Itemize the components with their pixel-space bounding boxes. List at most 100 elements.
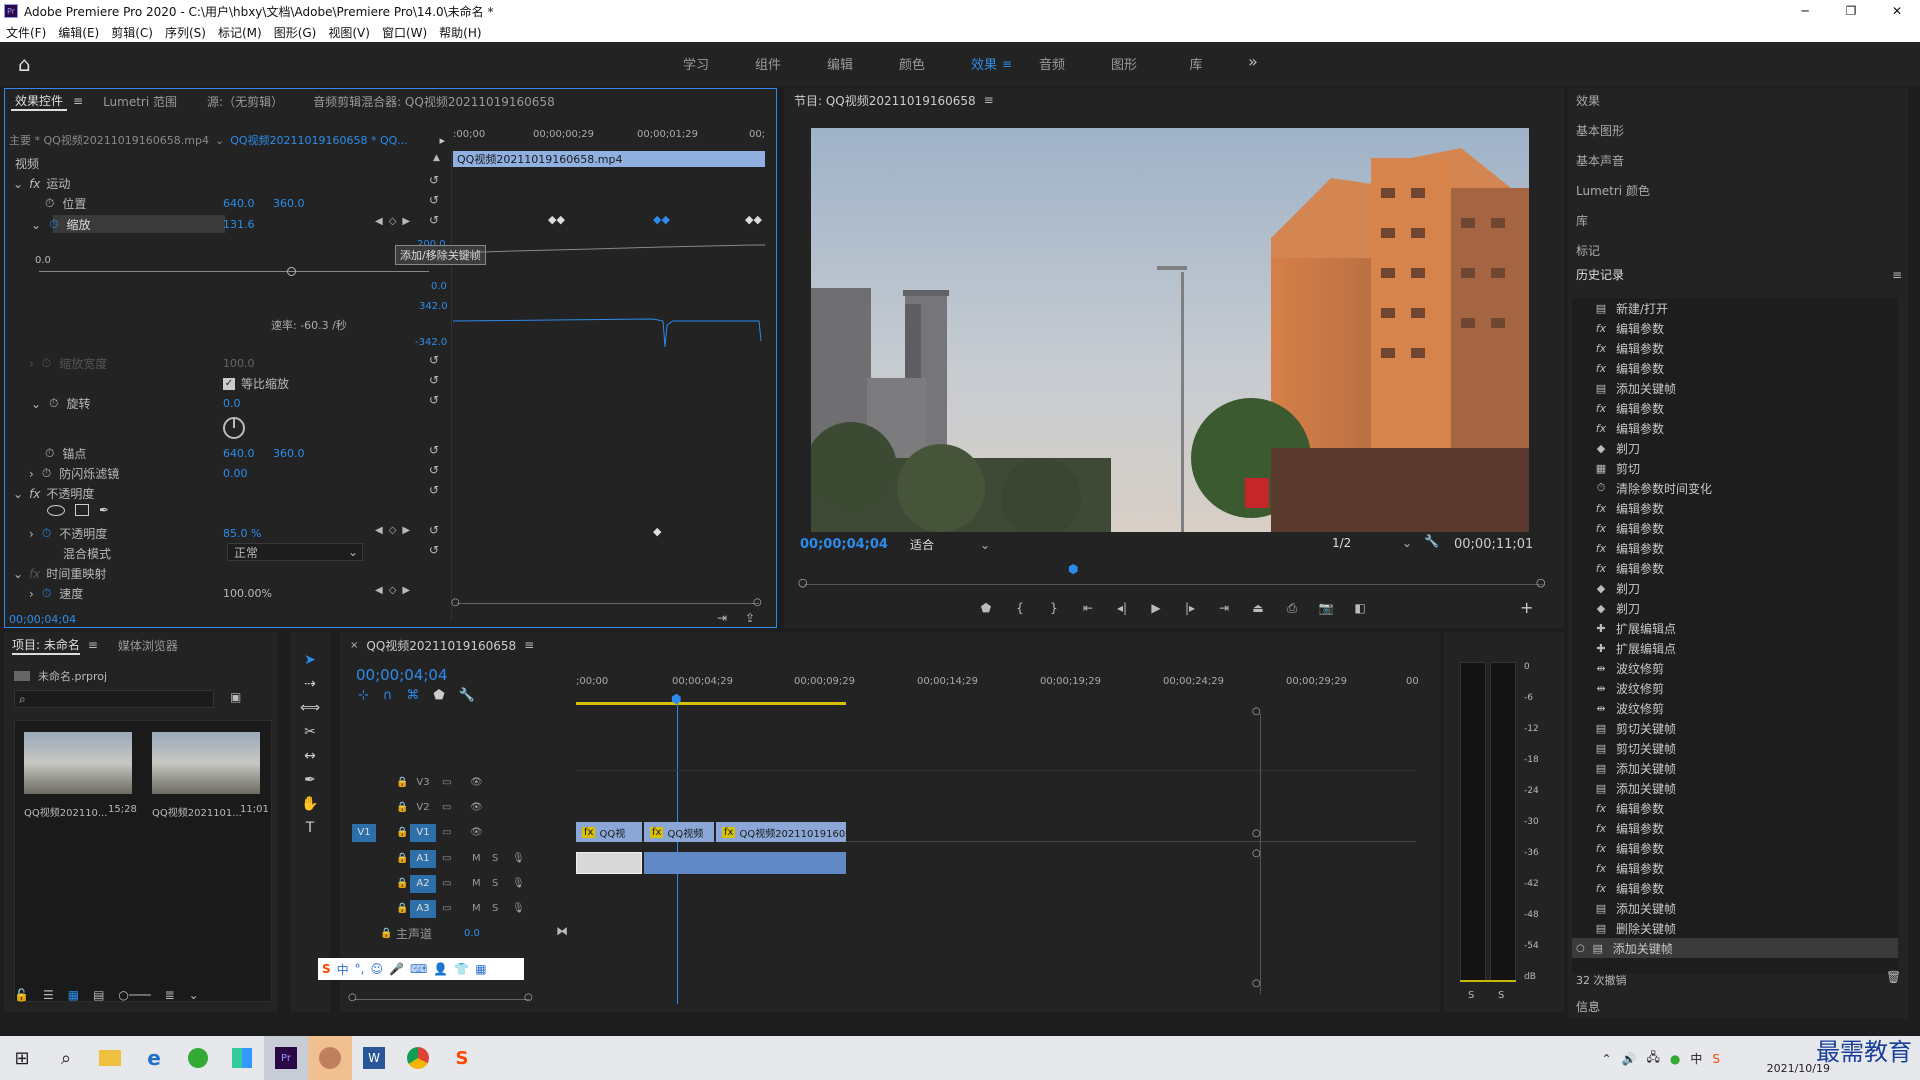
history-item[interactable]: fx 编辑参数 [1572,418,1898,438]
history-item[interactable]: fx 编辑参数 [1572,558,1898,578]
stopwatch-icon[interactable]: ⏱ [49,396,58,411]
home-icon[interactable]: ⌂ [18,52,31,76]
history-item[interactable]: ▦ 剪切 [1572,458,1898,478]
ec-timecode[interactable]: 00;00;04;04 [9,613,76,626]
play-triangle-icon[interactable]: ▸ [439,134,445,147]
freeform-view-icon[interactable]: ▤ [93,988,104,1002]
history-item[interactable]: ▤ 添加关键帧 [1572,778,1898,798]
timeline-title[interactable]: QQ视频20211019160658 [366,637,516,654]
ellipse-mask-icon[interactable] [47,504,65,516]
menu-item[interactable]: 编辑(E) [58,24,99,41]
history-item[interactable]: ⇹ 波纹修剪 [1572,678,1898,698]
snap-icon[interactable]: ⊹ [358,688,369,703]
keyframe-icon[interactable]: ◆ [653,525,661,538]
lock-icon[interactable]: 🔒 [396,777,408,788]
add-keyframe-icon[interactable]: ◇ [389,585,397,596]
keyframe-icon[interactable]: ◆◆ [745,213,762,226]
info-panel-label[interactable]: 信息 [1576,998,1600,1015]
master-clip-label[interactable]: 主要 * QQ视频20211019160658.mp4 [9,132,209,148]
add-marker-icon[interactable]: ⬟ [974,598,998,618]
track-name[interactable]: A1 [410,849,436,868]
track-name[interactable]: V2 [410,799,436,817]
history-item[interactable]: ▤ 剪切关键帧 [1572,718,1898,738]
export-frame-icon[interactable]: 📷 [1314,598,1338,618]
app-grid-icon[interactable] [220,1036,264,1080]
tab-effect-controls[interactable]: 效果控件 [11,92,68,111]
history-item[interactable]: fx 编辑参数 [1572,798,1898,818]
playhead-line[interactable] [677,694,678,1004]
extract-icon[interactable]: ⎙ [1280,598,1304,618]
position-y[interactable]: 360.0 [273,197,305,210]
pen-mask-icon[interactable]: ✒ [99,503,109,517]
history-item[interactable]: ◆ 剃刀 [1572,438,1898,458]
mute-button[interactable]: M [472,903,481,914]
track-name[interactable]: A2 [410,874,436,893]
program-scrub-bar[interactable] [804,584,1544,585]
windows-start-icon[interactable]: ⊞ [0,1036,44,1080]
scroll-up-icon[interactable]: ▲ [433,153,440,163]
zoom-handle[interactable]: ○ [348,992,357,1003]
work-area-bar[interactable] [576,702,846,705]
edge-icon[interactable]: e [132,1036,176,1080]
marker-icon[interactable]: ⬟ [433,688,444,703]
right-panel-item[interactable]: 效果 [1576,92,1600,120]
panel-menu-icon[interactable]: ≡ [1892,268,1902,282]
search-icon[interactable]: ⌕ [44,1036,88,1080]
browser-360-icon[interactable] [176,1036,220,1080]
eye-icon[interactable]: 👁 [470,827,483,838]
sogou-icon[interactable]: S [440,1036,484,1080]
mark-out-icon[interactable]: } [1042,598,1066,618]
history-item[interactable]: fx 编辑参数 [1572,838,1898,858]
prev-keyframe-icon[interactable]: ◀ [375,585,383,596]
master-track-value[interactable]: 0.0 [464,928,480,939]
ime-chinese-icon[interactable]: 中 [337,961,349,978]
reset-icon[interactable]: ↺ [429,523,439,537]
sort-icon[interactable]: ≣ [165,988,175,1002]
menu-item[interactable]: 标记(M) [218,24,262,41]
keyframe-icon[interactable]: ◆◆ [548,213,565,226]
video-clip[interactable]: fx QQ视频20211019160 [716,822,846,842]
scroll-handle[interactable]: ○ [1252,978,1261,989]
go-to-out-icon[interactable]: ⇥ [1212,598,1236,618]
value-graph-line[interactable] [39,271,429,272]
expand-icon[interactable]: › [29,357,34,371]
word-icon[interactable]: W [352,1036,396,1080]
reset-icon[interactable]: ↺ [429,393,439,407]
clip-thumbnail[interactable] [24,732,132,794]
source-patch-v1[interactable]: V1 [352,823,376,842]
right-panel-item[interactable]: 基本声音 [1576,152,1624,180]
panel-menu-icon[interactable]: ≡ [88,638,98,652]
solo-button[interactable]: S [492,903,498,914]
history-item[interactable]: fx 编辑参数 [1572,818,1898,838]
reset-icon[interactable]: ↺ [429,173,439,187]
anchor-y[interactable]: 360.0 [273,447,305,460]
blend-mode-select[interactable]: 正常 ⌄ [227,543,363,561]
maximize-button[interactable]: ❐ [1828,4,1874,18]
history-item[interactable]: fx 编辑参数 [1572,518,1898,538]
menu-item[interactable]: 序列(S) [165,24,206,41]
workspace-tab[interactable]: 颜色 [876,54,948,73]
ripple-edit-icon[interactable]: ⟺ [300,700,320,716]
sync-lock-icon[interactable]: ▭ [442,878,451,889]
track-name[interactable]: V1 [410,823,436,842]
project-search-input[interactable]: ⌕ [14,690,214,708]
keyframe-icon[interactable]: ◆◆ [653,213,670,226]
history-item[interactable]: fx 编辑参数 [1572,338,1898,358]
stopwatch-icon[interactable]: ⏱ [45,196,54,211]
workspace-tab[interactable]: 组件 [732,54,804,73]
menu-item[interactable]: 剪辑(C) [111,24,153,41]
right-panel-item[interactable]: Lumetri 颜色 [1576,182,1650,210]
history-item[interactable]: ▤ 新建/打开 [1572,298,1898,318]
mute-button[interactable]: M [472,853,481,864]
trash-icon[interactable]: 🗑 [1886,970,1901,984]
stopwatch-icon[interactable]: ⏱ [45,446,54,461]
fit-select[interactable]: 适合 ⌄ [910,536,990,553]
history-item[interactable]: fx 编辑参数 [1572,398,1898,418]
history-item[interactable]: ✚ 扩展编辑点 [1572,618,1898,638]
graph-handle[interactable] [287,267,296,276]
collapse-icon[interactable]: ⌄ [31,397,41,411]
lock-icon[interactable]: 🔒 [380,928,392,939]
step-back-icon[interactable]: ◂| [1110,598,1134,618]
tray-chevron-icon[interactable]: ⌃ [1601,1052,1611,1066]
comparison-view-icon[interactable]: ◧ [1348,598,1372,618]
